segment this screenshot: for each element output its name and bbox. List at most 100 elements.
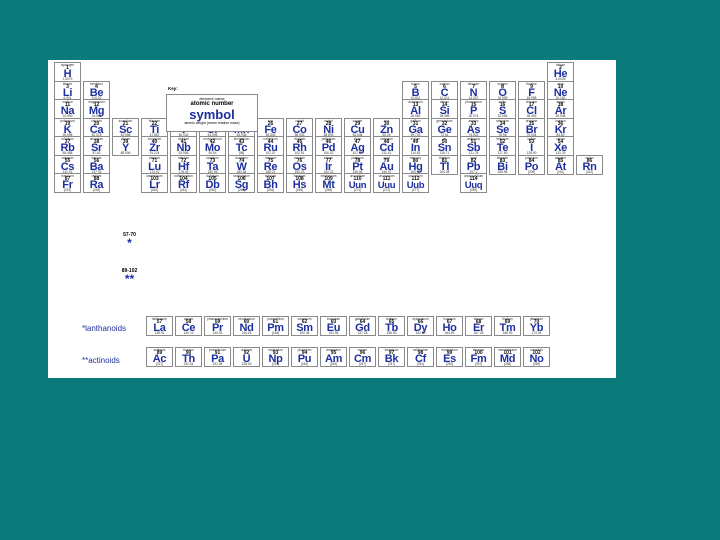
- element-cell-rh: rhodium 45 Rh 102.91: [286, 136, 313, 156]
- element-cell-sm: samarium 62 Sm 150.36: [291, 316, 318, 336]
- atomic-weight: 151.96: [328, 331, 339, 335]
- atomic-weight: [145]: [271, 331, 280, 335]
- element-cell-na: sodium 11 Na 22.990: [54, 99, 81, 119]
- atomic-weight: 162.50: [415, 331, 426, 335]
- element-cell-he: helium 2 He 4.0026: [547, 62, 574, 82]
- element-cell-la: lanthanum 57 La 138.91: [146, 316, 173, 336]
- key-symbol: symbol: [189, 107, 235, 122]
- element-cell-th: thorium 90 Th 232.04: [175, 347, 202, 367]
- atomic-weight: 138.91: [154, 331, 165, 335]
- element-cell-es: einsteinium 99 Es [252]: [436, 347, 463, 367]
- element-cell-zr: zirconium 40 Zr 91.224: [141, 136, 168, 156]
- element-cell-md: mendelevium 101 Md [258]: [494, 347, 521, 367]
- element-cell-cu: copper 29 Cu 63.546: [344, 117, 371, 138]
- slide-page: hydrogen 1 H 1.0079 helium 2 He 4.0026 lithium 3 L…: [48, 60, 616, 378]
- element-cell-c: carbon 6 C 12.011: [431, 80, 458, 101]
- element-cell-ho: holmium 67 Ho 164.93: [436, 316, 463, 336]
- element-cell-sc: scandium 21 Sc 44.956: [112, 117, 139, 138]
- element-cell-at: astatine 85 At [210]: [547, 154, 574, 175]
- atomic-weight: [262]: [150, 188, 159, 192]
- atomic-weight: [252]: [445, 362, 454, 366]
- atomic-weight: [262]: [208, 188, 217, 192]
- element-cell-as: arsenic 33 As 74.922: [460, 117, 487, 138]
- element-cell-db: dubnium 105 Db [262]: [199, 173, 226, 193]
- atomic-weight: 168.93: [502, 331, 513, 335]
- atomic-weight: [243]: [329, 362, 338, 366]
- element-cell-pt: platinum 78 Pt 195.08: [344, 154, 371, 175]
- element-cell-ag: silver 47 Ag 107.87: [344, 136, 371, 156]
- atomic-weight: [247]: [387, 362, 396, 366]
- atomic-weight: 150.36: [299, 331, 310, 335]
- key-legend-box: element name atomic number symbol atomic…: [166, 94, 258, 132]
- atomic-weight: 238.03: [241, 362, 252, 366]
- element-cell-bh: bohrium 107 Bh [264]: [257, 173, 284, 193]
- element-cell-sn: tin 50 Sn 118.71: [431, 136, 458, 156]
- atomic-weight: 140.12: [183, 331, 194, 335]
- element-cell-pm: promethium 61 Pm [145]: [262, 316, 289, 336]
- element-cell-uuq: ununquadium 114 Uuq [289]: [460, 173, 487, 193]
- atomic-weight: [266]: [237, 188, 246, 192]
- element-cell-sg: seaborgium 106 Sg [266]: [228, 173, 255, 193]
- element-cell-nd: neodymium 60 Nd 144.24: [233, 316, 260, 336]
- element-cell-uub: ununbium 112 Uub [277]: [402, 173, 429, 193]
- element-cell-xe: xenon 54 Xe 131.29: [547, 136, 574, 156]
- atomic-weight: 167.26: [473, 331, 484, 335]
- element-cell-tm: thulium 69 Tm 168.93: [494, 316, 521, 336]
- atomic-weight: [209]: [527, 169, 536, 174]
- element-cell-ge: germanium 32 Ge 72.61: [431, 117, 458, 138]
- atomic-weight: 204.38: [439, 169, 450, 174]
- element-cell-y: yttrium 39 Y 88.906: [112, 136, 139, 156]
- actinoid-range-marker: 89-102 **: [121, 268, 138, 286]
- element-cell-b: boron 5 B 10.811: [402, 80, 429, 101]
- element-cell-cf: californium 98 Cf [251]: [407, 347, 434, 367]
- element-cell-cl: chlorine 17 Cl 35.453: [518, 99, 545, 119]
- element-cell-li: lithium 3 Li 6.941: [54, 80, 81, 101]
- element-cell-ba: barium 56 Ba 137.33: [83, 154, 110, 175]
- element-cell-pu: plutonium 94 Pu [244]: [291, 347, 318, 367]
- lanthanoid-row: lanthanum 57 La 138.91 cerium 58 Ce 140.12 prase…: [146, 316, 550, 336]
- element-cell-np: neptunium 93 Np [237]: [262, 347, 289, 367]
- atomic-weight: 173.04: [531, 331, 542, 335]
- element-cell-cm: curium 96 Cm [247]: [349, 347, 376, 367]
- atomic-weight: [264]: [266, 188, 275, 192]
- element-cell-al: aluminium 13 Al 26.982: [402, 99, 429, 119]
- atomic-weight: 158.93: [386, 331, 397, 335]
- atomic-weight: 144.24: [241, 331, 252, 335]
- atomic-weight: [244]: [300, 362, 309, 366]
- element-cell-mo: molybdenum 42 Mo 95.94: [199, 136, 226, 156]
- element-cell-hf: hafnium 72 Hf 178.49: [170, 154, 197, 175]
- element-cell-cs: caesium 55 Cs 132.91: [54, 154, 81, 175]
- element-cell-ti: titanium 22 Ti 47.867: [141, 117, 168, 138]
- atomic-weight: [271]: [353, 188, 362, 192]
- element-cell-pa: protactinium 91 Pa 231.04: [204, 347, 231, 367]
- atomic-weight: [226]: [92, 188, 101, 192]
- atomic-weight: [257]: [474, 362, 483, 366]
- atomic-weight: [261]: [179, 188, 188, 192]
- element-cell-re: rhenium 75 Re 186.21: [257, 154, 284, 175]
- atomic-weight: [289]: [469, 188, 478, 192]
- element-cell-ir: iridium 77 Ir 192.22: [315, 154, 342, 175]
- element-cell-tc: technetium 43 Tc [98]: [228, 136, 255, 156]
- element-cell-os: osmium 76 Os 190.23: [286, 154, 313, 175]
- element-cell-rn: radon 86 Rn [222]: [576, 154, 603, 175]
- element-cell-ce: cerium 58 Ce 140.12: [175, 316, 202, 336]
- key-atomic-weight: atomic weight (mean relative mass): [184, 121, 240, 125]
- element-cell-f: fluorine 9 F 18.998: [518, 80, 545, 101]
- element-cell-bi: bismuth 83 Bi 208.98: [489, 154, 516, 175]
- element-cell-ar: argon 18 Ar 39.948: [547, 99, 574, 119]
- element-cell-si: silicon 14 Si 28.086: [431, 99, 458, 119]
- element-cell-ni: nickel 28 Ni 58.693: [315, 117, 342, 138]
- element-cell-uuu: unununium 111 Uuu [272]: [373, 173, 400, 193]
- element-cell-hs: hassium 108 Hs [269]: [286, 173, 313, 193]
- element-cell-ru: ruthenium 44 Ru 101.07: [257, 136, 284, 156]
- periodic-table-grid: hydrogen 1 H 1.0079 helium 2 He 4.0026 lithium 3 L…: [54, 60, 610, 300]
- element-cell-co: cobalt 27 Co 58.933: [286, 117, 313, 138]
- atomic-weight: [272]: [382, 188, 391, 192]
- element-cell-in: indium 49 In 114.82: [402, 136, 429, 156]
- atomic-weight: [251]: [416, 362, 425, 366]
- element-cell-uun: ununnilium 110 Uun [271]: [344, 173, 371, 193]
- element-cell-p: phosphorus 15 P 30.974: [460, 99, 487, 119]
- element-cell-yb: ytterbium 70 Yb 173.04: [523, 316, 550, 336]
- element-cell-zn: zinc 30 Zn 65.39: [373, 117, 400, 138]
- element-cell-am: americium 95 Am [243]: [320, 347, 347, 367]
